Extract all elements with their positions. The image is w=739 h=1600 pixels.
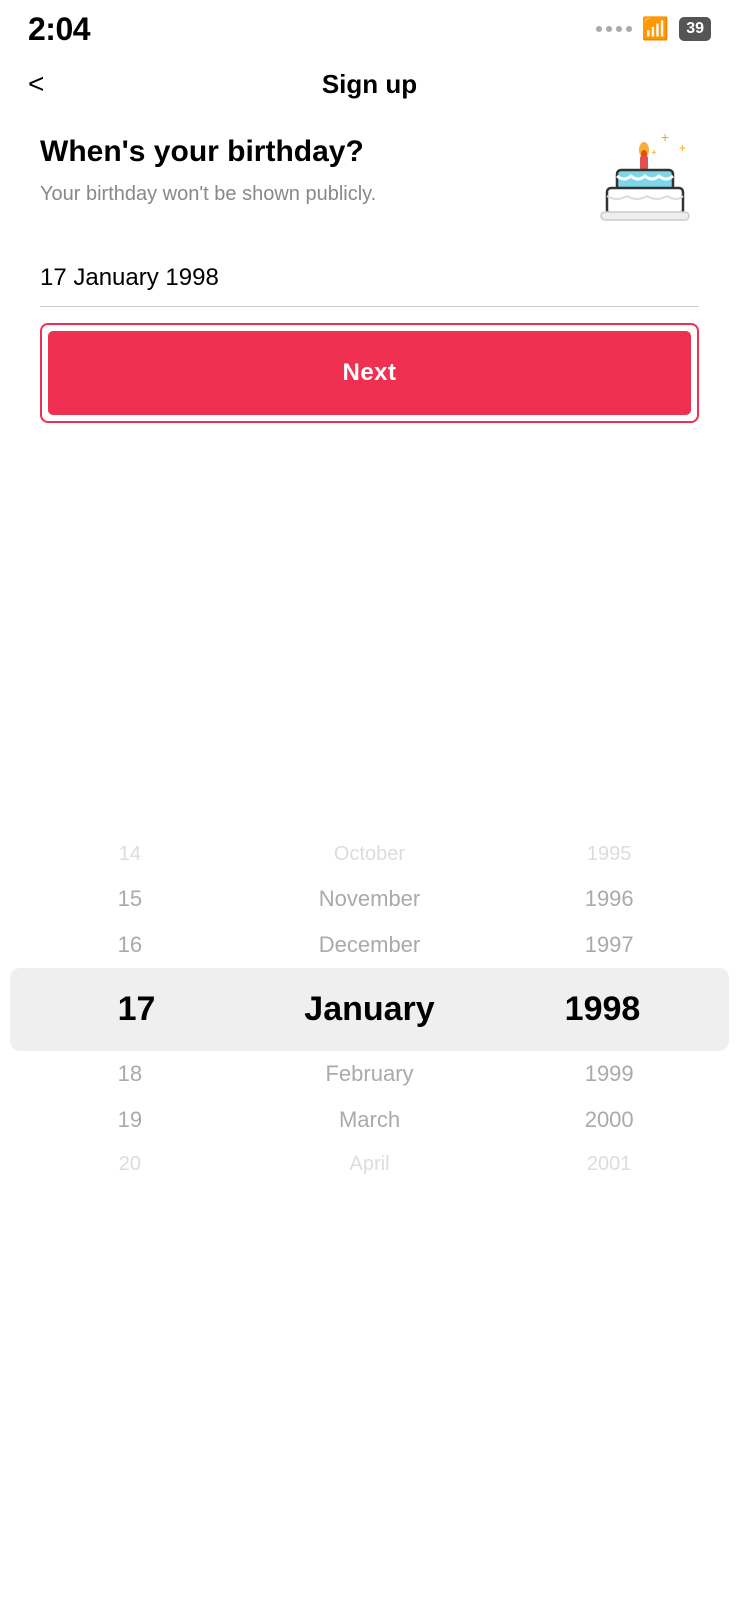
page-title: Sign up [322, 69, 417, 100]
picker-month-december: December [319, 932, 420, 957]
picker-year-1996: 1996 [585, 886, 634, 911]
picker-col-day: 18 [10, 1061, 250, 1087]
picker-row-faded-bottom: 20 April 2001 [10, 1143, 729, 1186]
picker-year-1998: 1998 [565, 990, 641, 1028]
picker-col-month: October [250, 843, 490, 866]
next-button[interactable]: Next [48, 331, 691, 415]
picker-col-month: March [250, 1107, 490, 1133]
picker-day-18: 18 [118, 1061, 142, 1086]
svg-text:+: + [679, 141, 686, 155]
picker-month-april: April [350, 1153, 390, 1175]
picker-day-20: 20 [119, 1153, 141, 1175]
picker-col-month-selected: January [253, 990, 486, 1029]
picker-row-19[interactable]: 19 March 2000 [10, 1097, 729, 1143]
selected-date-text: 17 January 1998 [40, 264, 219, 291]
picker-day-15: 15 [118, 886, 142, 911]
date-display: 17 January 1998 [40, 264, 699, 307]
picker-col-month: April [250, 1153, 490, 1176]
nav-header: < Sign up [0, 54, 739, 114]
picker-col-year: 1999 [489, 1061, 729, 1087]
picker-col-year: 2000 [489, 1107, 729, 1133]
picker-month-october: October [334, 843, 405, 865]
picker-day-14: 14 [119, 843, 141, 865]
next-button-wrapper: Next [40, 323, 699, 423]
picker-row-faded-top: 14 October 1995 [10, 833, 729, 876]
back-button[interactable]: < [28, 70, 44, 98]
status-icons: 📶 39 [596, 16, 711, 42]
picker-col-day: 20 [10, 1153, 250, 1176]
picker-row-16[interactable]: 16 December 1997 [10, 922, 729, 968]
picker-month-march: March [339, 1107, 400, 1132]
status-time: 2:04 [28, 11, 90, 48]
picker-col-year: 2001 [489, 1153, 729, 1176]
picker-day-19: 19 [118, 1107, 142, 1132]
picker-col-day: 19 [10, 1107, 250, 1133]
birthday-text: When's your birthday? Your birthday won'… [40, 134, 569, 208]
svg-text:+: + [651, 148, 657, 159]
picker-month-february: February [325, 1061, 413, 1086]
picker-col-day-selected: 17 [20, 990, 253, 1029]
picker-row-15[interactable]: 15 November 1996 [10, 876, 729, 922]
svg-text:+: + [661, 129, 669, 145]
picker-col-year: 1997 [489, 932, 729, 958]
picker-day-16: 16 [118, 932, 142, 957]
signal-icon [596, 26, 632, 32]
picker-col-day: 14 [10, 843, 250, 866]
picker-col-year: 1996 [489, 886, 729, 912]
date-picker[interactable]: 14 October 1995 15 November 1996 16 Dece… [0, 833, 739, 1186]
picker-day-17: 17 [118, 990, 156, 1028]
picker-month-november: November [319, 886, 420, 911]
birthday-section: When's your birthday? Your birthday won'… [40, 134, 699, 234]
picker-col-year: 1995 [489, 843, 729, 866]
cake-illustration: + + + [589, 124, 699, 234]
picker-row-18[interactable]: 18 February 1999 [10, 1051, 729, 1097]
picker-col-month: February [250, 1061, 490, 1087]
main-content: When's your birthday? Your birthday won'… [0, 114, 739, 423]
battery-icon: 39 [679, 17, 711, 41]
spacer [0, 453, 739, 833]
picker-col-day: 16 [10, 932, 250, 958]
birthday-subtitle: Your birthday won't be shown publicly. [40, 180, 569, 208]
picker-year-2000: 2000 [585, 1107, 634, 1132]
picker-year-2001: 2001 [587, 1153, 632, 1175]
picker-year-1999: 1999 [585, 1061, 634, 1086]
picker-col-month: December [250, 932, 490, 958]
picker-year-1997: 1997 [585, 932, 634, 957]
picker-row-selected[interactable]: 17 January 1998 [10, 968, 729, 1051]
picker-month-january: January [304, 990, 434, 1028]
birthday-title: When's your birthday? [40, 134, 569, 170]
picker-col-month: November [250, 886, 490, 912]
status-bar: 2:04 📶 39 [0, 0, 739, 54]
picker-col-year-selected: 1998 [486, 990, 719, 1029]
wifi-icon: 📶 [642, 16, 669, 42]
picker-year-1995: 1995 [587, 843, 632, 865]
picker-col-day: 15 [10, 886, 250, 912]
